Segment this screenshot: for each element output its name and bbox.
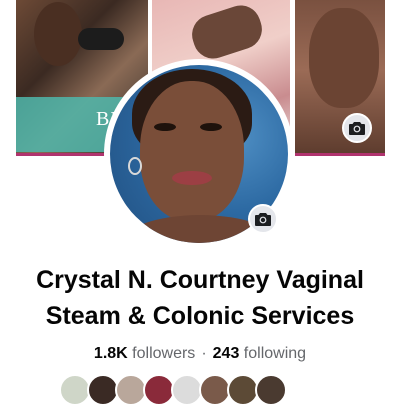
cover-person: [34, 2, 82, 66]
page-title-line-2: Steam & Colonic Services: [45, 302, 355, 330]
cover-tile-portrait: [295, 0, 385, 156]
profile-photo-eye: [154, 123, 176, 131]
following-link[interactable]: 243 following: [213, 345, 306, 362]
page-title-line-1: Crystal N. Courtney Vaginal: [36, 266, 364, 294]
mutual-friend-avatar[interactable]: [255, 374, 287, 406]
microphone-image: [78, 28, 124, 50]
following-label: following: [243, 345, 307, 362]
edit-cover-photo-button[interactable]: [342, 113, 372, 143]
followers-count: 1.8K: [93, 345, 128, 362]
followers-label: followers: [132, 345, 196, 362]
followers-link[interactable]: 1.8K followers: [94, 345, 195, 362]
camera-icon: [255, 213, 271, 226]
profile-photo-eye: [200, 123, 222, 131]
cover-hand: [186, 0, 268, 64]
following-count: 243: [212, 345, 240, 362]
profile-photo-face: [140, 81, 244, 221]
edit-profile-photo-button[interactable]: [248, 204, 278, 234]
profile-photo-earring: [128, 157, 142, 175]
page-title: Crystal N. Courtney Vaginal Steam & Colo…: [0, 262, 400, 334]
stats-separator: ·: [201, 345, 207, 362]
cover-person: [309, 8, 379, 108]
follow-stats: 1.8K followers · 243 following: [0, 345, 400, 363]
cover-accent-bar: [295, 153, 385, 156]
camera-icon: [349, 122, 365, 135]
profile-photo-lips: [172, 171, 212, 185]
